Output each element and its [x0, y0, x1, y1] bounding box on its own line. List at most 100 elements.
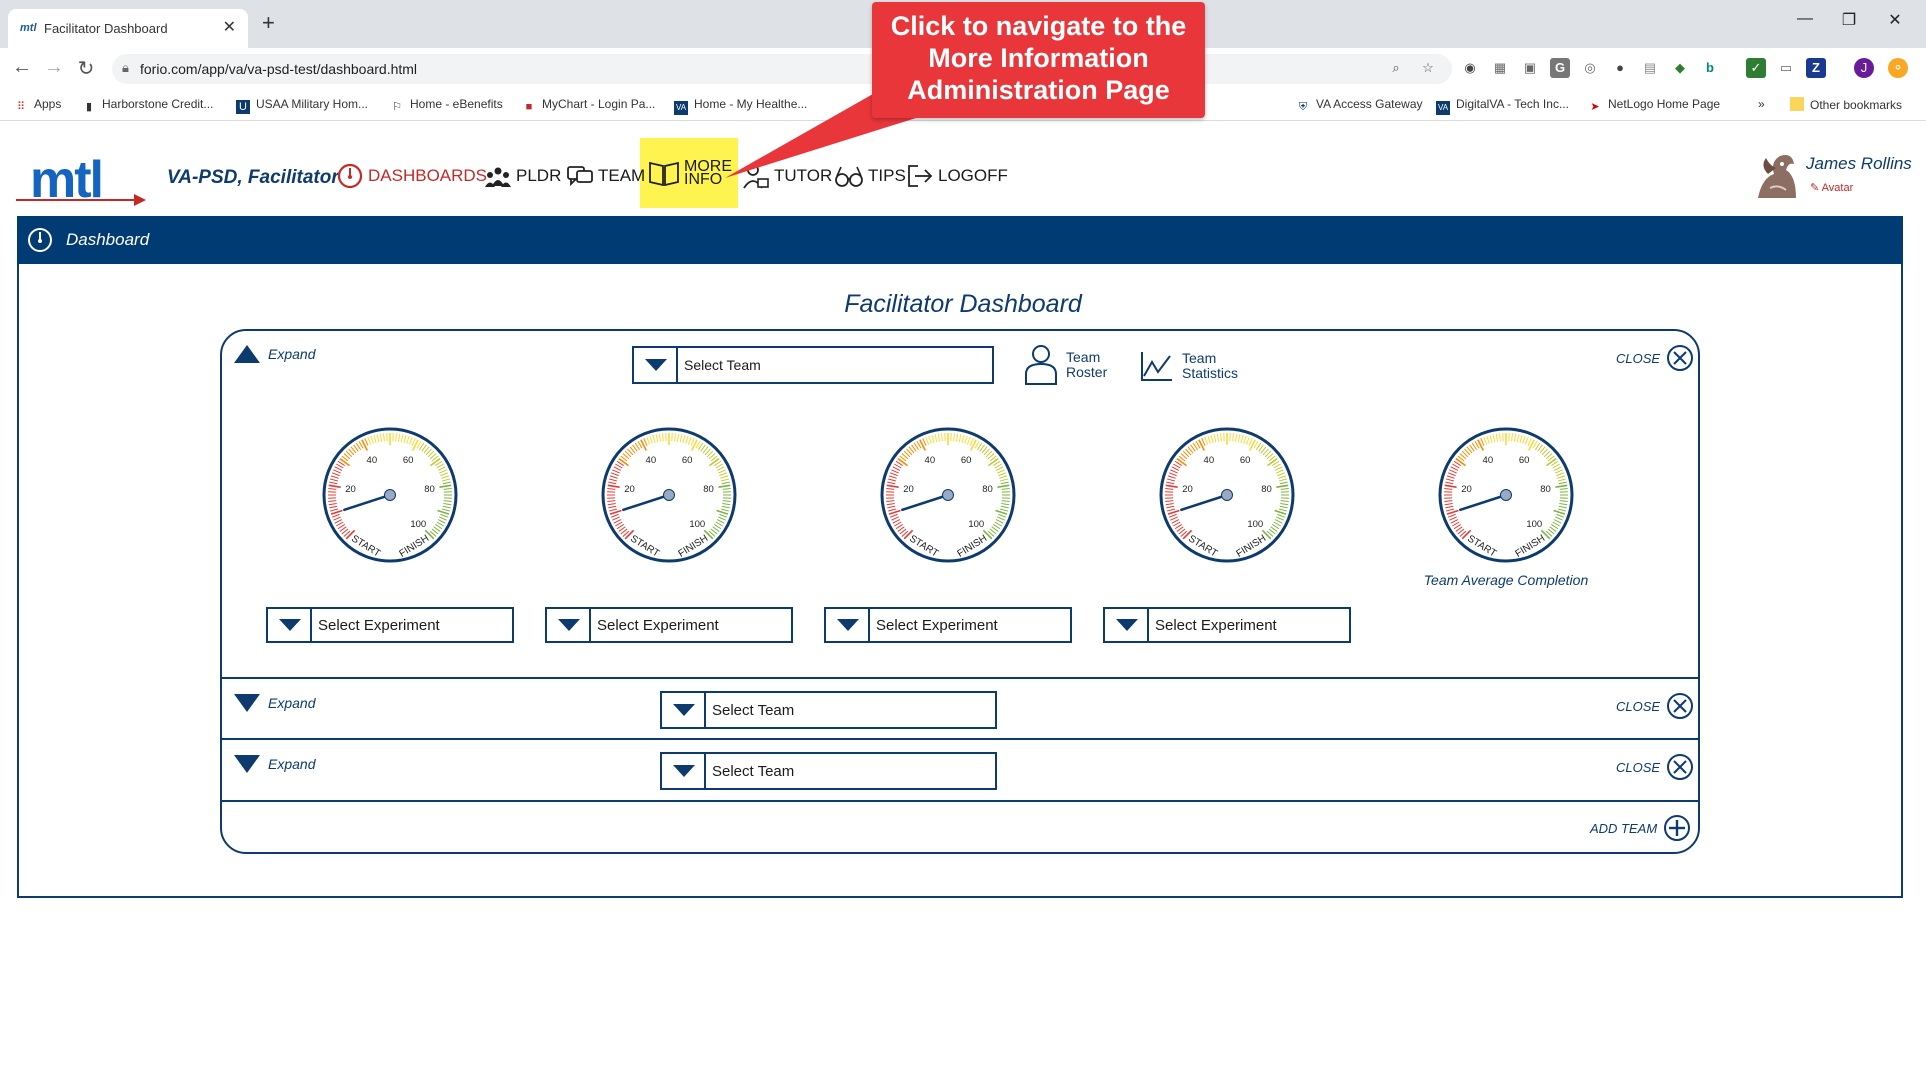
browser-tab[interactable]: mtl Facilitator Dashboard ✕: [8, 9, 248, 48]
pencil-icon: ✎: [1810, 182, 1820, 194]
chevron-down-icon: [634, 348, 678, 382]
profile-avatar-icon[interactable]: J: [1854, 58, 1874, 78]
select-team-dropdown[interactable]: Select Team: [632, 346, 994, 384]
nav-pldr[interactable]: PLDR: [484, 162, 561, 190]
save-extension-icon[interactable]: ▣: [1520, 58, 1540, 78]
bookmark-item[interactable]: VA DigitalVA - Tech Inc...: [1436, 97, 1569, 115]
bookmarks-overflow[interactable]: »: [1758, 97, 1765, 111]
collapse-toggle[interactable]: Expand: [234, 345, 315, 363]
progress-gauge: 2040 6080100START FINISH: [880, 427, 1016, 563]
grammarly-extension-icon[interactable]: G: [1550, 58, 1570, 78]
add-team-button[interactable]: ADD TEAM: [1590, 814, 1691, 842]
cloud-extension-icon[interactable]: ◎: [1580, 58, 1600, 78]
check-extension-icon[interactable]: ✓: [1746, 58, 1766, 78]
chevron-down-icon: [268, 609, 312, 641]
extension-icon[interactable]: ◉: [1460, 58, 1480, 78]
gauge-tick-label: 20: [345, 484, 356, 495]
restore-icon[interactable]: ❐: [1834, 10, 1864, 30]
select-experiment-dropdown[interactable]: Select Experiment: [1103, 607, 1351, 643]
triangle-down-icon: [234, 694, 260, 712]
bookmark-item[interactable]: ⠿ Apps: [14, 97, 61, 114]
select-experiment-dropdown[interactable]: Select Experiment: [545, 607, 793, 643]
gauge-hub: [384, 489, 396, 501]
other-bookmarks[interactable]: Other bookmarks: [1790, 97, 1902, 112]
ebenefits-icon: ⚐: [392, 101, 402, 113]
gauge-tick-label: 40: [1483, 455, 1494, 466]
team-statistics-link[interactable]: Team Statistics: [1140, 350, 1238, 382]
gauge-tick-label: 60: [682, 455, 693, 466]
minimize-icon[interactable]: —: [1790, 10, 1820, 28]
doc-extension-icon[interactable]: ▭: [1776, 58, 1796, 78]
bookmark-item[interactable]: U USAA Military Hom...: [236, 97, 368, 114]
user-avatar[interactable]: [1752, 148, 1802, 204]
usaa-icon: U: [236, 100, 250, 114]
forward-icon[interactable]: →: [42, 56, 66, 79]
mychart-icon: ■: [525, 101, 533, 113]
gauge-hub: [942, 489, 954, 501]
team-roster-link[interactable]: Team Roster: [1024, 344, 1107, 386]
mtl-favicon-icon: mtl: [20, 22, 37, 34]
gauge-hub: [1221, 489, 1233, 501]
close-window-icon[interactable]: ✕: [1880, 10, 1910, 30]
team-divider: [221, 677, 1699, 679]
bookmark-item[interactable]: ⚐ Home - eBenefits: [390, 97, 503, 114]
triangle-down-icon: [234, 755, 260, 773]
green-extension-icon[interactable]: ◆: [1670, 58, 1690, 78]
gauge-tick-label: 60: [1519, 455, 1530, 466]
bookmark-item[interactable]: ➤ NetLogo Home Page: [1588, 97, 1720, 114]
tab-close-icon[interactable]: ✕: [223, 17, 236, 37]
gauge-tick-label: 60: [1240, 455, 1251, 466]
avatar-link[interactable]: ✎ Avatar: [1810, 181, 1853, 194]
back-icon[interactable]: ←: [10, 56, 34, 79]
update-icon[interactable]: ⚬: [1888, 58, 1908, 78]
close-circle-icon: [1667, 345, 1694, 371]
close-team-button[interactable]: CLOSE: [1616, 692, 1694, 720]
gauge-tick-label: 100: [968, 519, 984, 530]
circle-extension-icon[interactable]: ●: [1610, 58, 1630, 78]
team-divider: [221, 738, 1699, 740]
gauge-tick-label: 20: [903, 484, 914, 495]
close-team-button[interactable]: CLOSE: [1616, 344, 1694, 372]
gauge-tick-label: 100: [1247, 519, 1263, 530]
va-icon: VA: [1436, 101, 1450, 115]
reload-icon[interactable]: ↻: [74, 56, 98, 81]
open-book-icon: [649, 161, 679, 187]
select-experiment-dropdown[interactable]: Select Experiment: [266, 607, 514, 643]
expand-toggle[interactable]: Expand: [234, 694, 315, 712]
bookmark-item[interactable]: ⛨ VA Access Gateway: [1296, 97, 1423, 114]
zoom-icon[interactable]: ⌕: [1386, 58, 1406, 78]
gauge-tick-label: 100: [410, 519, 426, 530]
speedometer-icon: [337, 163, 363, 189]
expand-toggle[interactable]: Expand: [234, 755, 315, 773]
select-experiment-dropdown[interactable]: Select Experiment: [824, 607, 1072, 643]
chat-extension-icon[interactable]: ▤: [1640, 58, 1660, 78]
tab-title: Facilitator Dashboard: [44, 21, 168, 36]
nav-team[interactable]: TEAM: [566, 162, 645, 190]
close-team-button[interactable]: CLOSE: [1616, 753, 1694, 781]
lock-icon: 🔒︎: [122, 60, 129, 75]
gauge-tick-label: 40: [367, 455, 378, 466]
gauge-tick-label: 40: [925, 455, 936, 466]
progress-gauge: 2040 6080100START FINISH: [601, 427, 737, 563]
z-extension-icon[interactable]: Z: [1806, 58, 1826, 78]
select-team-dropdown[interactable]: Select Team: [660, 691, 997, 729]
nav-dashboards[interactable]: DASHBOARDS: [336, 162, 487, 190]
team-divider: [221, 800, 1699, 802]
close-circle-icon: [1667, 693, 1694, 719]
bing-extension-icon[interactable]: b: [1700, 58, 1720, 78]
average-completion-label: Team Average Completion: [1423, 572, 1589, 588]
gauge-hub: [1500, 489, 1512, 501]
bookmark-item[interactable]: ■ MyChart - Login Pa...: [522, 97, 656, 114]
address-bar[interactable]: 🔒︎ forio.com/app/va/va-psd-test/dashboar…: [112, 54, 1452, 84]
select-team-dropdown[interactable]: Select Team: [660, 752, 997, 790]
chat-bubbles-icon: [567, 166, 593, 187]
url-text: forio.com/app/va/va-psd-test/dashboard.h…: [140, 61, 418, 77]
netlogo-icon: ➤: [1590, 101, 1600, 113]
bookmark-item[interactable]: ▮ Harborstone Credit...: [82, 97, 213, 114]
average-gauge: 2040 6080100START FINISH: [1438, 427, 1574, 563]
chevron-down-icon: [662, 754, 706, 788]
new-tab-icon[interactable]: +: [262, 10, 275, 36]
star-icon[interactable]: ☆: [1418, 58, 1438, 78]
gauge-tick-label: 80: [703, 484, 714, 495]
calendar-extension-icon[interactable]: ▦: [1490, 58, 1510, 78]
